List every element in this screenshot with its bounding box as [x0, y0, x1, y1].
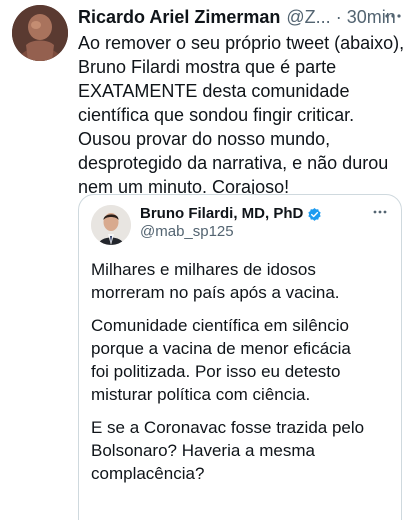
author-avatar[interactable]	[12, 5, 68, 61]
tweet-screen: Ricardo Ariel Zimerman @Z... · 30min Ao …	[0, 0, 410, 520]
profile-photo-icon	[12, 5, 68, 61]
quoted-author-avatar[interactable]	[91, 205, 131, 245]
ellipsis-icon[interactable]	[384, 9, 402, 23]
profile-photo-icon	[91, 205, 131, 245]
quoted-author-name[interactable]: Bruno Filardi, MD, PhD	[140, 205, 303, 223]
header-separator: ·	[335, 7, 342, 27]
tweet-text: Ao remover o seu próprio tweet (abaixo),…	[78, 33, 405, 197]
quoted-tweet-text: Milhares e milhares de idosos morreram n…	[91, 258, 391, 495]
quoted-paragraph: Milhares e milhares de idosos morreram n…	[91, 260, 340, 302]
tweet-body: Ricardo Ariel Zimerman @Z... · 30min Ao …	[78, 5, 406, 199]
quoted-paragraph: E se a Coronavac fosse trazida pelo Bols…	[91, 418, 365, 483]
quoted-author-handle[interactable]: @mab_sp125	[140, 223, 234, 241]
quoted-paragraph: Comunidade científica em silêncio porque…	[91, 316, 351, 404]
quoted-tweet-card[interactable]: Bruno Filardi, MD, PhD @mab_sp125 Milhar…	[78, 194, 402, 520]
author-name[interactable]: Ricardo Ariel Zimerman	[78, 5, 280, 29]
ellipsis-icon[interactable]	[373, 209, 387, 215]
author-handle[interactable]: @Z...	[286, 5, 330, 29]
verified-badge-icon	[308, 207, 321, 221]
quoted-header: Bruno Filardi, MD, PhD	[140, 205, 322, 223]
tweet-header: Ricardo Ariel Zimerman @Z... · 30min	[78, 5, 406, 29]
